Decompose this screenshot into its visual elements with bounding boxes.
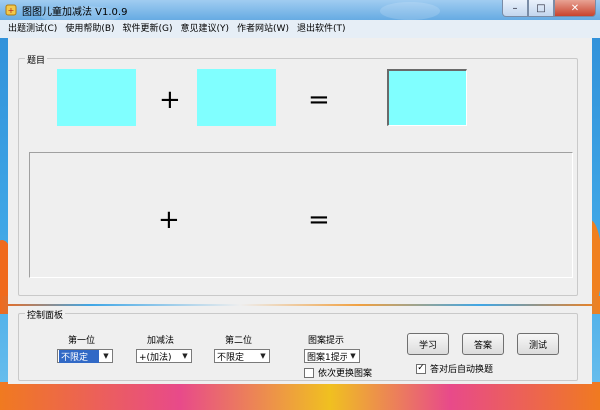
control-panel-title: 控制面板: [25, 308, 66, 321]
topic-group-title: 题目: [25, 53, 48, 66]
auto-next-checkbox[interactable]: ✓ 答对后自动换题: [416, 362, 493, 375]
picture-plus-sign: +: [158, 205, 180, 235]
maximize-button[interactable]: □: [528, 0, 554, 17]
close-button[interactable]: ✕: [554, 0, 596, 17]
checkmark-icon: ✓: [417, 363, 425, 373]
second-digit-select[interactable]: 不限定 ▼: [214, 349, 270, 363]
equals-sign: =: [308, 85, 330, 115]
answer-input[interactable]: [387, 69, 467, 126]
menu-item-update[interactable]: 软件更新(G): [119, 20, 177, 38]
auto-next-label: 答对后自动换题: [430, 365, 494, 375]
control-panel-group: 控制面板 第一位 不限定 ▼ 加减法 +(加法) ▼ 第二位 不限定 ▼ 图案提…: [18, 308, 578, 381]
first-operand-box: [57, 69, 136, 126]
title-bar[interactable]: + 图图儿童加减法 V1.0.9 – □ ✕: [0, 0, 600, 20]
answer-button[interactable]: 答案: [462, 333, 504, 355]
chevron-down-icon: ▼: [103, 352, 109, 360]
first-digit-value: 不限定: [59, 349, 99, 363]
menu-item-help[interactable]: 使用帮助(B): [61, 20, 118, 38]
menu-item-test[interactable]: 出题测试(C): [4, 20, 61, 38]
chevron-down-icon: ▼: [182, 352, 188, 360]
pattern-hint-value: 图案1提示: [307, 352, 347, 363]
pattern-hint-select[interactable]: 图案1提示 ▼: [304, 349, 360, 363]
rotate-pattern-checkbox-box[interactable]: [304, 367, 314, 378]
learn-button[interactable]: 学习: [407, 333, 449, 355]
minimize-button[interactable]: –: [502, 0, 528, 17]
operation-value: +(加法): [139, 352, 172, 363]
topic-group: 题目 + = + =: [18, 53, 578, 296]
first-digit-select[interactable]: 不限定 ▼: [57, 349, 113, 363]
operation-label: 加减法: [147, 336, 175, 346]
menu-item-website[interactable]: 作者网站(W): [233, 20, 293, 38]
test-button[interactable]: 测试: [517, 333, 559, 355]
svg-text:+: +: [8, 6, 15, 15]
app-window: + 图图儿童加减法 V1.0.9 – □ ✕ 出题测试(C) 使用帮助(B) 软…: [0, 0, 600, 410]
rotate-pattern-checkbox[interactable]: 依次更换图案: [304, 366, 372, 379]
picture-equals-sign: =: [308, 205, 330, 235]
pattern-hint-label: 图案提示: [308, 336, 345, 346]
plus-sign: +: [159, 85, 181, 115]
chevron-down-icon: ▼: [260, 352, 266, 360]
close-icon: ✕: [570, 2, 580, 14]
window-title: 图图儿童加减法 V1.0.9: [22, 6, 128, 18]
menu-item-exit[interactable]: 退出软件(T): [293, 20, 350, 38]
maximize-icon: □: [536, 2, 546, 14]
picture-hint-area: + =: [29, 152, 573, 278]
second-digit-label: 第二位: [225, 336, 253, 346]
auto-next-checkbox-box[interactable]: ✓: [416, 363, 426, 374]
second-operand-box: [197, 69, 276, 126]
window-controls: – □ ✕: [502, 0, 596, 18]
first-digit-label: 第一位: [68, 336, 96, 346]
chevron-down-icon: ▼: [350, 352, 356, 360]
app-icon: +: [4, 3, 18, 17]
minimize-icon: –: [512, 2, 518, 14]
menu-item-feedback[interactable]: 意见建议(Y): [177, 20, 234, 38]
menu-bar: 出题测试(C) 使用帮助(B) 软件更新(G) 意见建议(Y) 作者网站(W) …: [0, 20, 600, 38]
second-digit-value: 不限定: [217, 352, 245, 363]
rotate-pattern-label: 依次更换图案: [318, 369, 373, 379]
operation-select[interactable]: +(加法) ▼: [136, 349, 192, 363]
